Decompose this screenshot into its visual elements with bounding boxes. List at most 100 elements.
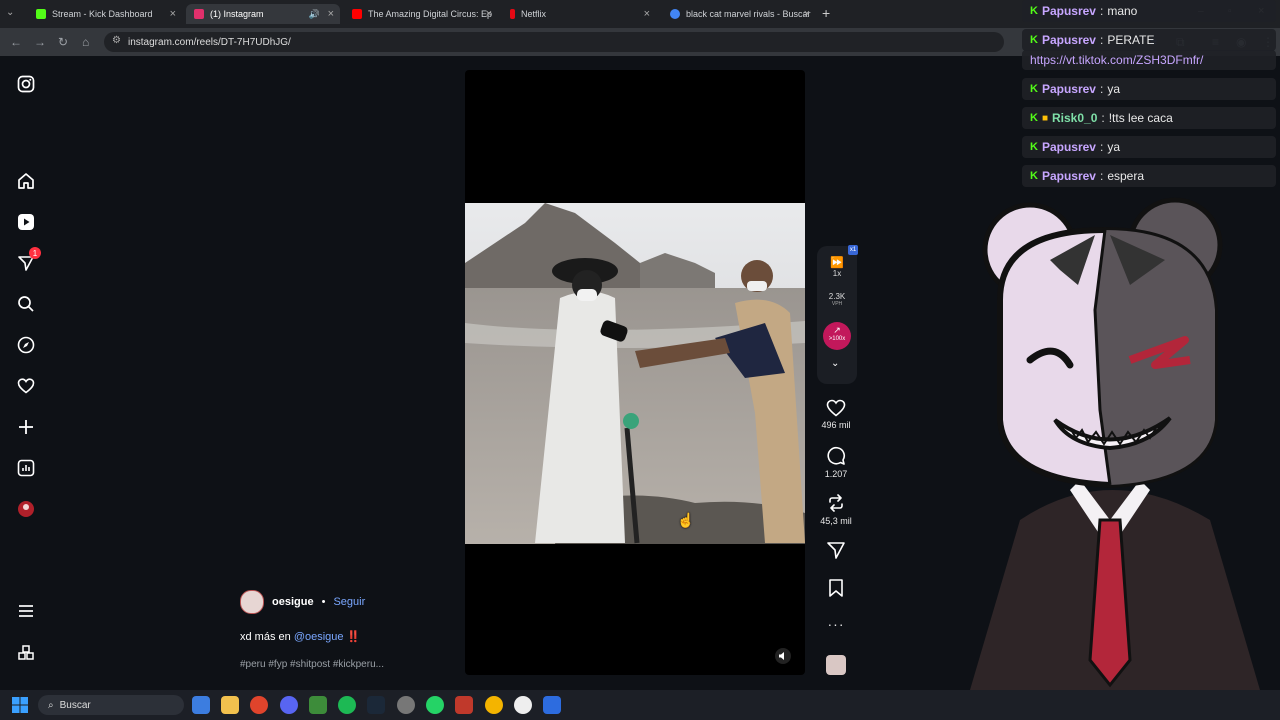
heart-icon [826,399,846,417]
chat-message: K Papusrev: mano [1022,0,1276,22]
subscriber-badge-icon: ■ [1041,112,1048,124]
more-menu-icon[interactable] [14,599,38,623]
speed-control[interactable]: ⏩ 1x [817,256,857,278]
share-icon [827,542,845,559]
kick-badge-icon: K [1030,170,1038,182]
author-avatar[interactable] [240,590,264,614]
trend-badge[interactable]: ↗ >100x [823,322,851,350]
forward-icon[interactable]: → [34,35,46,49]
kick-favicon-icon [36,9,46,19]
google-favicon-icon [670,9,680,19]
author-username[interactable]: oesigue [272,596,314,608]
mute-toggle-icon[interactable] [775,648,791,664]
caption-emoji: ‼️ [346,631,361,643]
also-from-meta-icon[interactable] [14,641,38,665]
bookmark-icon [829,579,843,597]
chat-text: !tts lee caca [1108,111,1173,125]
kick-badge-icon: K [1030,141,1038,153]
tab-search-icon[interactable]: ⌄ [6,7,14,18]
messages-nav-icon[interactable]: 1 [14,247,41,275]
kick-badge-icon: K [1030,5,1038,17]
site-info-icon[interactable]: ⚙ [112,35,121,46]
reels-nav-icon[interactable] [14,210,38,234]
post-caption: xd más en @oesigue ‼️ [240,630,460,643]
repost-icon [829,494,843,512]
discord-app-icon[interactable] [280,696,298,714]
like-action[interactable]: 496 mil [816,399,856,430]
tab-netflix[interactable]: Netflix × [502,4,656,24]
post-hashtags[interactable]: #peru #fyp #shitpost #kickperu... [240,659,460,670]
caption-text: xd más en [240,631,291,643]
close-tab-icon[interactable]: × [804,8,810,20]
repost-action[interactable]: 45,3 mil [816,493,856,526]
obs-app-icon[interactable] [397,696,415,714]
chat-link-text: https://vt.tiktok.com/ZSH3DFmfr/ [1030,53,1204,67]
windows-start-icon[interactable] [12,697,28,713]
collapse-chevron-icon[interactable]: ⌄ [831,358,839,369]
taskbar-search-box[interactable]: ⌕ Buscar [38,695,184,715]
separator-dot: • [321,596,326,608]
vph-label: VPH [831,301,843,307]
whatsapp-app-icon[interactable] [426,696,444,714]
chat-text: ya [1107,140,1121,154]
close-tab-icon[interactable]: × [486,8,492,20]
file-explorer-icon[interactable] [221,696,239,714]
chat-username: Papusrev [1041,82,1096,96]
instagram-logo-icon[interactable] [14,72,38,96]
close-tab-icon[interactable]: × [644,8,650,20]
kick-badge-icon: K [1030,83,1038,95]
steam-app-icon[interactable] [367,696,385,714]
tab-instagram[interactable]: (1) Instagram 🔊 × [186,4,340,24]
back-icon[interactable]: ← [10,35,22,49]
home-icon[interactable]: ⌂ [82,35,89,49]
spotify-app-icon[interactable] [338,696,356,714]
reel-video-player[interactable] [465,70,805,675]
tab-kick-dashboard[interactable]: Stream - Kick Dashboard × [28,4,182,24]
close-tab-icon[interactable]: × [328,8,334,20]
tab-title: black cat marvel rivals - Buscar [686,9,811,19]
chat-message: K Papusrev: ya [1022,136,1276,158]
save-action[interactable] [816,578,856,598]
trend-value: >100x [828,336,846,342]
new-tab-button[interactable]: + [822,5,830,21]
minecraft-app-icon[interactable] [309,696,327,714]
windows-taskbar: ⌕ Buscar [0,690,1280,720]
chat-message: K ■ Risk0_0: !tts lee caca [1022,107,1276,129]
clock-app-icon[interactable] [514,696,532,714]
create-plus-icon[interactable] [14,415,38,439]
tab-google-search[interactable]: black cat marvel rivals - Buscar × [662,4,816,24]
tab-title: Stream - Kick Dashboard [52,9,153,19]
post-info: oesigue • Seguir xd más en @oesigue ‼️ #… [240,590,460,670]
netflix-favicon-icon [510,9,515,19]
fast-forward-icon: ⏩ [830,257,844,269]
caption-mention-link[interactable]: @oesigue [294,631,344,643]
search-nav-icon[interactable] [14,292,38,316]
vph-value: 2.3K [828,292,846,301]
explore-nav-icon[interactable] [14,333,38,357]
app-icon[interactable] [543,696,561,714]
chat-text: PERATE [1107,33,1155,47]
speaker-icon[interactable]: 🔊 [309,9,320,20]
tab-digital-circus[interactable]: The Amazing Digital Circus: Ep × [344,4,498,24]
chat-username: Papusrev [1041,33,1096,47]
comment-action[interactable]: 1.207 [816,446,856,479]
more-options-action[interactable]: ··· [816,616,856,632]
home-nav-icon[interactable] [14,169,38,193]
comment-icon [827,446,846,465]
chrome-profile-app-icon[interactable] [485,696,503,714]
valorant-app-icon[interactable] [455,696,473,714]
follow-button[interactable]: Seguir [333,596,365,608]
chat-text: espera [1107,169,1145,183]
url-text: instagram.com/reels/DT-7H7UDhJG/ [128,36,291,48]
widgets-app-icon[interactable] [192,696,210,714]
dashboard-nav-icon[interactable] [14,456,38,480]
reload-icon[interactable]: ↻ [58,35,68,49]
share-action[interactable] [816,540,856,560]
close-tab-icon[interactable]: × [170,8,176,20]
address-field[interactable]: ⚙ instagram.com/reels/DT-7H7UDhJG/ [104,32,1004,52]
notifications-heart-icon[interactable] [14,374,38,398]
audio-thumbnail[interactable] [826,655,846,675]
vph-stat: 2.3K VPH [817,292,857,307]
profile-avatar-icon[interactable] [14,497,38,521]
chrome-app-icon[interactable] [250,696,268,714]
